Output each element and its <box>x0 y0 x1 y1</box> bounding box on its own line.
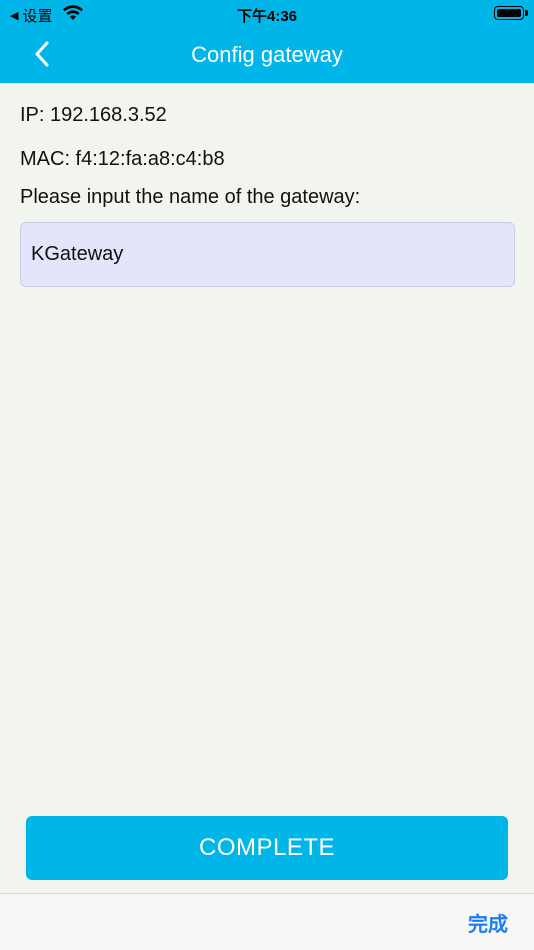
status-bar: ◀ 设置 下午4:36 <box>0 0 534 28</box>
complete-button[interactable]: COMPLETE <box>26 816 508 880</box>
ip-label: IP: 192.168.3.52 <box>20 104 167 126</box>
mac-label: MAC: f4:12:fa:a8:c4:b8 <box>20 148 225 170</box>
name-prompt: Please input the name of the gateway: <box>20 186 361 208</box>
keyboard-accessory-bar: 完成 <box>0 893 534 950</box>
battery-icon <box>494 6 528 20</box>
gateway-name-input[interactable] <box>20 222 515 287</box>
screen: ◀ 设置 下午4:36 Config gateway IP: 192.168.3… <box>0 0 534 950</box>
nav-bar: Config gateway <box>0 28 534 83</box>
top-bar: ◀ 设置 下午4:36 Config gateway <box>0 0 534 83</box>
page-title: Config gateway <box>191 42 343 67</box>
done-button[interactable]: 完成 <box>468 908 508 937</box>
clock: 下午4:36 <box>236 8 298 25</box>
